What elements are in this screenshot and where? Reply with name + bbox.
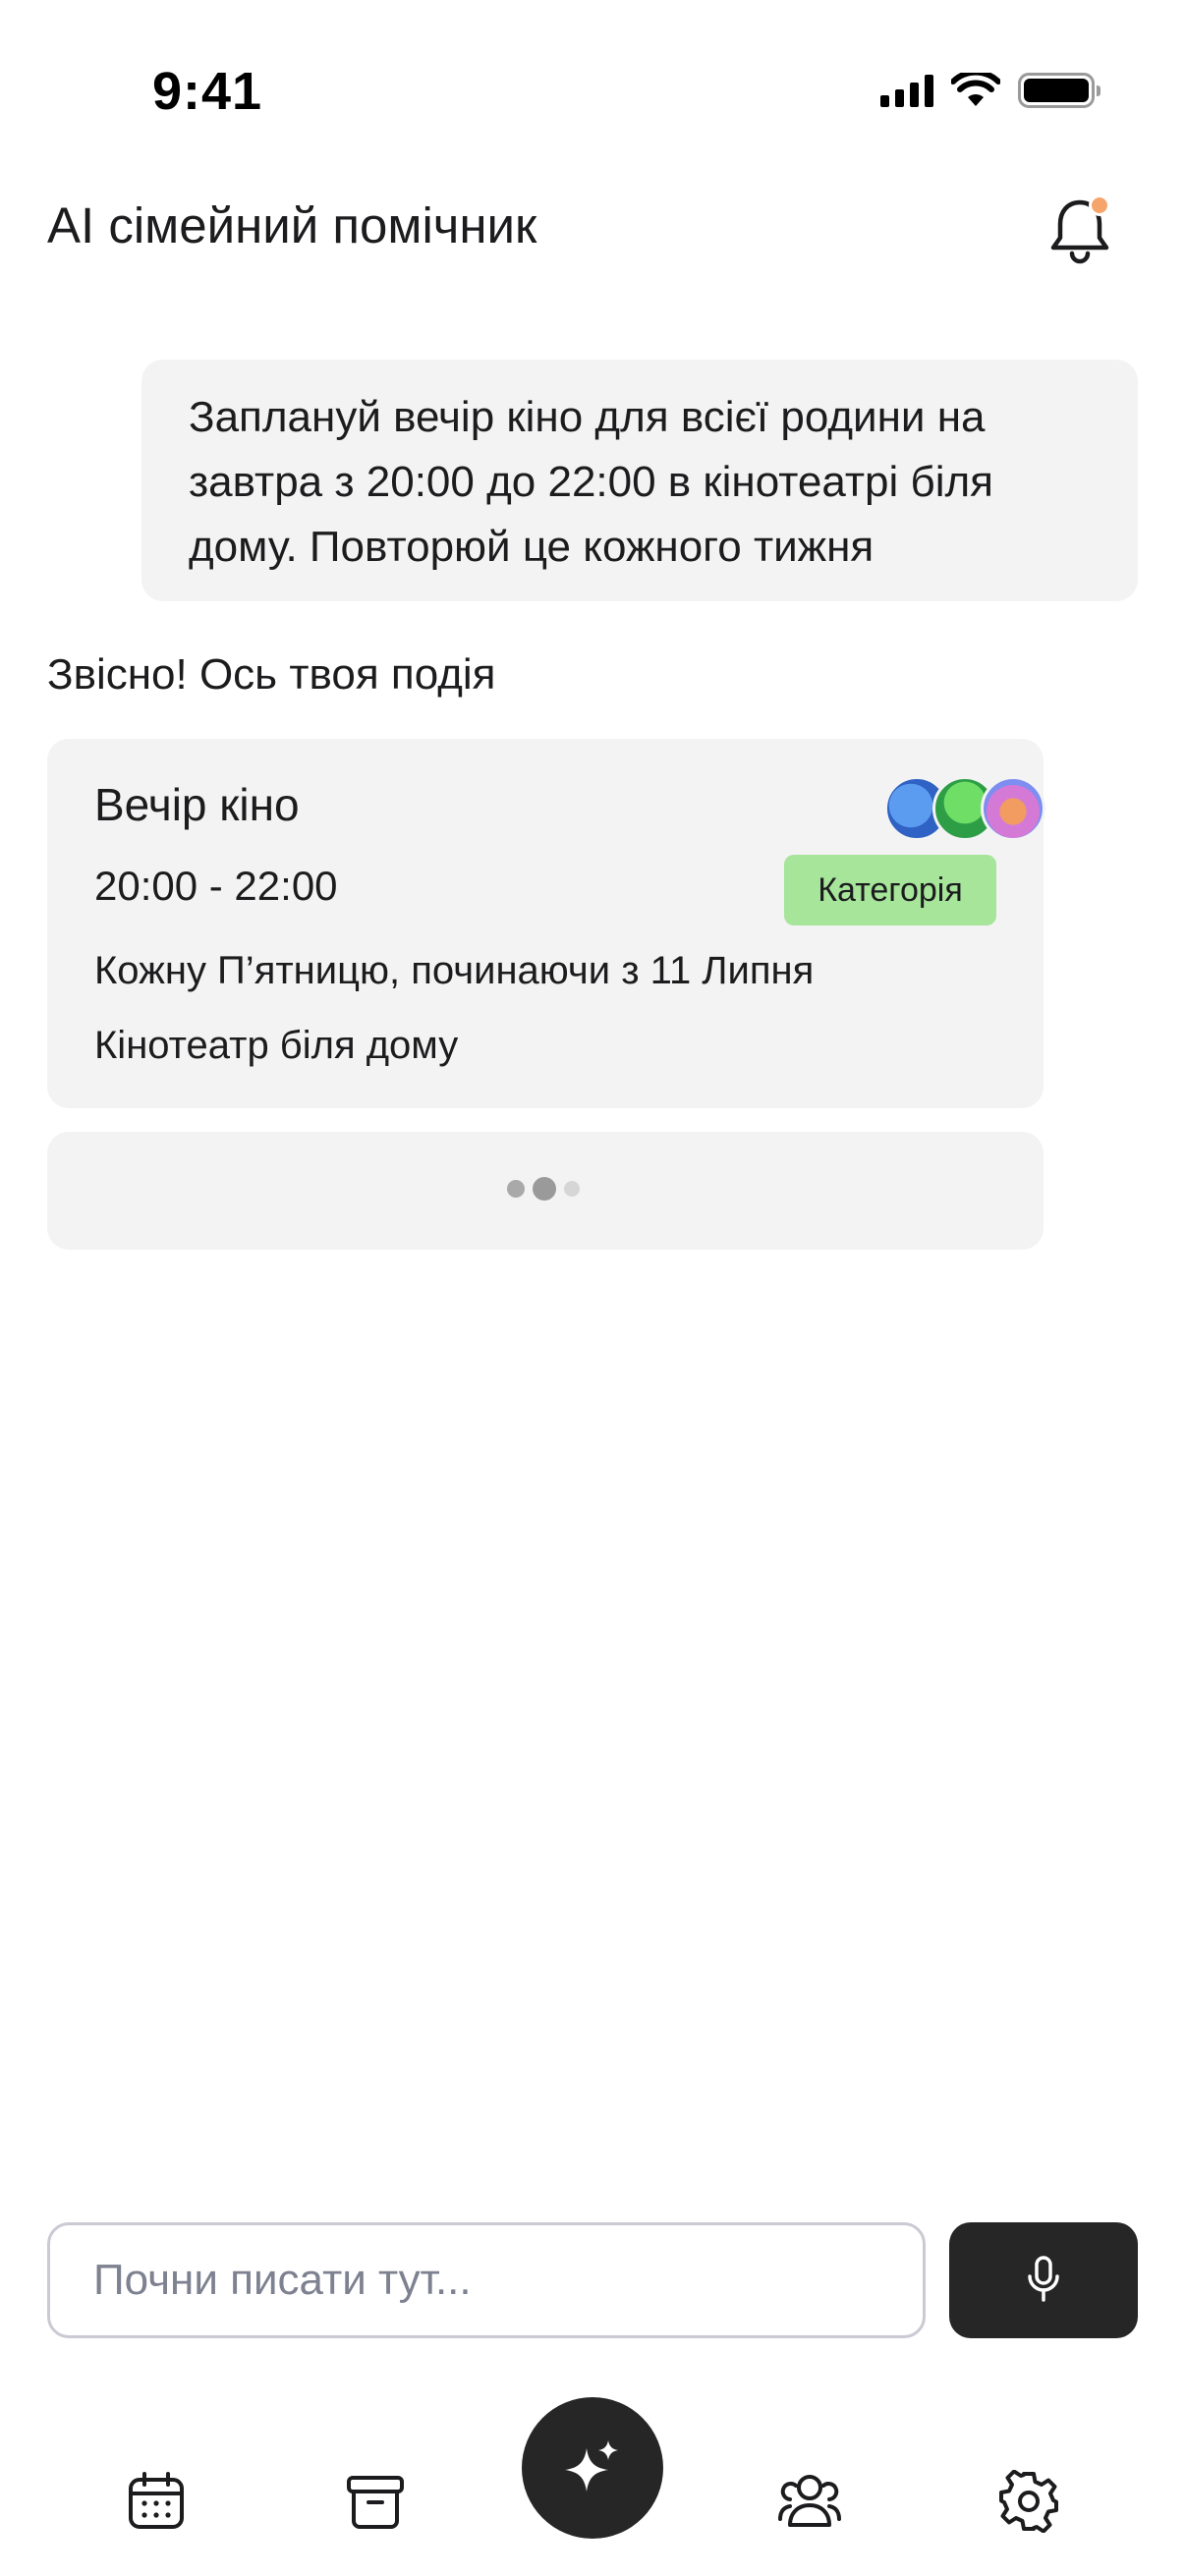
user-message-bubble: Заплануй вечір кіно для всієї родини на … <box>141 360 1138 601</box>
status-icons <box>880 73 1100 108</box>
battery-icon <box>1018 73 1100 108</box>
event-card[interactable]: Вечір кіно 20:00 - 22:00 Категорія Кожну… <box>47 739 1045 1108</box>
wifi-icon <box>951 73 1000 106</box>
archive-icon <box>347 2476 404 2529</box>
event-location: Кінотеатр біля дому <box>94 1024 459 1067</box>
nav-archive[interactable] <box>340 2466 411 2537</box>
bottom-navigation <box>0 2397 1185 2576</box>
typing-indicator-card <box>47 1132 1044 1250</box>
calendar-icon <box>129 2472 184 2529</box>
event-title: Вечір кіно <box>94 779 300 830</box>
message-input[interactable] <box>47 2222 926 2338</box>
event-time: 20:00 - 22:00 <box>94 863 338 909</box>
family-icon <box>778 2475 841 2527</box>
page-title: AI сімейний помічник <box>47 197 537 253</box>
pink-monster-avatar-icon <box>981 776 1045 841</box>
notifications-button[interactable] <box>1045 193 1114 267</box>
nav-settings[interactable] <box>993 2466 1064 2537</box>
nav-family[interactable] <box>774 2466 845 2537</box>
participant-avatars <box>833 776 1045 841</box>
cellular-signal-icon <box>880 74 933 107</box>
typing-indicator-icon <box>507 1177 580 1201</box>
settings-icon <box>999 2470 1058 2533</box>
nav-calendar[interactable] <box>121 2466 192 2537</box>
category-badge[interactable]: Категорія <box>784 855 996 925</box>
event-recurrence: Кожну П’ятницю, починаючи з 11 Липня <box>94 949 815 992</box>
nav-ai-assistant[interactable] <box>522 2397 663 2539</box>
microphone-icon <box>1028 2256 1059 2302</box>
assistant-reply: Звісно! Ось твоя подія <box>47 650 496 699</box>
sparkle-icon <box>565 2440 618 2492</box>
notification-badge <box>1089 195 1110 216</box>
status-bar: 9:41 <box>0 0 1185 187</box>
voice-input-button[interactable] <box>949 2222 1138 2338</box>
screen: 9:41 AI сімейний помічник Заплануй вечір… <box>0 0 1185 2576</box>
status-time: 9:41 <box>152 62 263 121</box>
